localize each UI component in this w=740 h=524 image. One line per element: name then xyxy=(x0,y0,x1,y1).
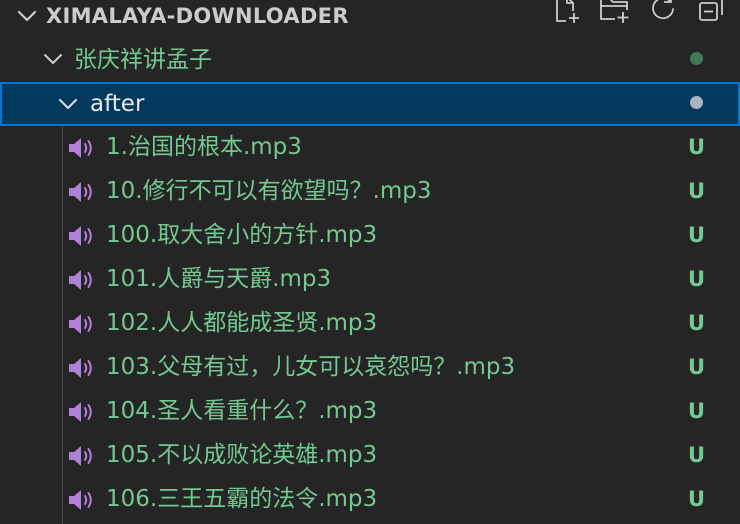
new-folder-button[interactable] xyxy=(600,0,630,26)
audio-file-icon xyxy=(67,268,95,292)
explorer-header[interactable]: XIMALAYA-DOWNLOADER xyxy=(0,0,740,38)
modified-dot xyxy=(690,52,703,65)
audio-file-icon xyxy=(67,444,95,468)
file-name: 104.圣人看重什么？.mp3 xyxy=(106,398,378,424)
file-item[interactable]: 106.三王五霸的法令.mp3 U xyxy=(0,478,740,522)
git-status-untracked: U xyxy=(688,355,706,379)
git-status-untracked: U xyxy=(688,135,706,159)
file-name: 100.取大舍小的方针.mp3 xyxy=(106,222,378,248)
audio-file-icon xyxy=(67,400,95,424)
git-status-untracked: U xyxy=(688,223,706,247)
subfolder-label: after xyxy=(90,91,145,117)
audio-file-icon xyxy=(67,356,95,380)
refresh-button[interactable] xyxy=(648,0,678,26)
tree-folder[interactable]: 张庆祥讲孟子 xyxy=(0,38,740,82)
file-name: 102.人人都能成圣贤.mp3 xyxy=(106,310,378,336)
git-status-untracked: U xyxy=(688,487,706,511)
git-status-untracked: U xyxy=(688,267,706,291)
file-name: 101.人爵与天爵.mp3 xyxy=(106,266,332,292)
file-name: 103.父母有过，儿女可以哀怨吗？.mp3 xyxy=(106,354,516,380)
file-item[interactable]: 10.修行不可以有欲望吗？.mp3 U xyxy=(0,170,740,214)
file-name: 106.三王五霸的法令.mp3 xyxy=(106,486,378,512)
file-item[interactable]: 1.治国的根本.mp3 U xyxy=(0,126,740,170)
new-folder-icon xyxy=(599,0,631,28)
folder-label: 张庆祥讲孟子 xyxy=(74,47,212,73)
file-item[interactable]: 100.取大舍小的方针.mp3 U xyxy=(0,214,740,258)
audio-file-icon xyxy=(67,312,95,336)
audio-file-icon xyxy=(67,224,95,248)
file-item[interactable]: 105.不以成败论英雄.mp3 U xyxy=(0,434,740,478)
file-item[interactable]: 103.父母有过，儿女可以哀怨吗？.mp3 U xyxy=(0,346,740,390)
modified-dot xyxy=(690,96,703,109)
audio-file-icon xyxy=(67,136,95,160)
file-item[interactable]: 102.人人都能成圣贤.mp3 U xyxy=(0,302,740,346)
git-status-untracked: U xyxy=(688,179,706,203)
chevron-down-icon[interactable] xyxy=(57,93,79,115)
git-status-untracked: U xyxy=(688,443,706,467)
explorer-panel: XIMALAYA-DOWNLOADER 张庆祥讲孟子 after 1.治国的根本… xyxy=(0,0,740,524)
file-name: 10.修行不可以有欲望吗？.mp3 xyxy=(106,178,432,204)
chevron-down-icon[interactable] xyxy=(42,48,64,70)
git-status-untracked: U xyxy=(688,311,706,335)
chevron-down-icon[interactable] xyxy=(16,5,38,27)
file-name: 105.不以成败论英雄.mp3 xyxy=(106,442,378,468)
file-item[interactable]: 104.圣人看重什么？.mp3 U xyxy=(0,390,740,434)
file-name: 1.治国的根本.mp3 xyxy=(106,134,302,160)
file-item[interactable]: 101.人爵与天爵.mp3 U xyxy=(0,258,740,302)
collapse-all-icon xyxy=(696,0,726,28)
explorer-actions xyxy=(552,0,726,26)
explorer-title: XIMALAYA-DOWNLOADER xyxy=(46,4,349,28)
audio-file-icon xyxy=(67,180,95,204)
collapse-all-button[interactable] xyxy=(696,0,726,26)
tree-subfolder[interactable]: after xyxy=(0,82,740,126)
new-file-button[interactable] xyxy=(552,0,582,26)
new-file-icon xyxy=(552,0,582,28)
audio-file-icon xyxy=(67,488,95,512)
refresh-icon xyxy=(648,0,678,28)
git-status-untracked: U xyxy=(688,399,706,423)
